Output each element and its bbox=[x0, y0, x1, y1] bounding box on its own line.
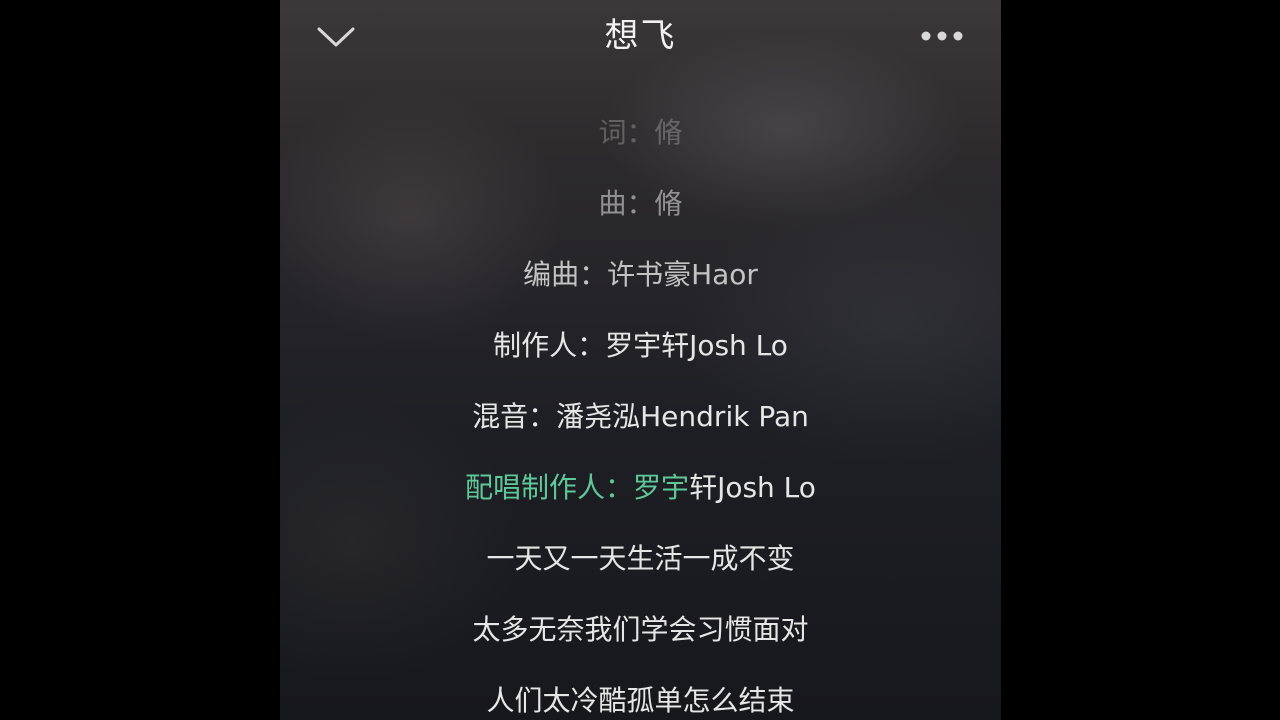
lyric-line[interactable]: 混音：潘尧泓Hendrik Pan bbox=[280, 381, 1001, 452]
player-header: 想飞 bbox=[280, 0, 1001, 72]
video-frame: 想飞 词：脩 曲：脩 编曲：许书豪Haor 制作人：罗宇轩Josh Lo 混音：… bbox=[0, 0, 1280, 720]
sung-portion: 配唱制作人：罗宇 bbox=[465, 471, 690, 504]
more-dots-icon bbox=[921, 31, 963, 41]
lyrics-view[interactable]: 词：脩 曲：脩 编曲：许书豪Haor 制作人：罗宇轩Josh Lo 混音：潘尧泓… bbox=[280, 97, 1001, 720]
song-title: 想飞 bbox=[604, 16, 677, 56]
lyric-line[interactable]: 词：脩 bbox=[280, 97, 1001, 168]
more-options-button[interactable] bbox=[916, 22, 968, 50]
lyric-line[interactable]: 一天又一天生活一成不变 bbox=[280, 523, 1001, 594]
unsung-portion: 轩Josh Lo bbox=[689, 471, 816, 504]
current-lyric-line[interactable]: 配唱制作人：罗宇轩Josh Lo bbox=[280, 452, 1001, 523]
lyric-line[interactable]: 太多无奈我们学会习惯面对 bbox=[280, 594, 1001, 665]
lyric-line[interactable]: 编曲：许书豪Haor bbox=[280, 239, 1001, 310]
lyric-line[interactable]: 制作人：罗宇轩Josh Lo bbox=[280, 310, 1001, 381]
lyric-line[interactable]: 曲：脩 bbox=[280, 168, 1001, 239]
lyric-line[interactable]: 人们太冷酷孤单怎么结束 bbox=[280, 665, 1001, 720]
music-player-screen: 想飞 词：脩 曲：脩 编曲：许书豪Haor 制作人：罗宇轩Josh Lo 混音：… bbox=[280, 0, 1001, 720]
